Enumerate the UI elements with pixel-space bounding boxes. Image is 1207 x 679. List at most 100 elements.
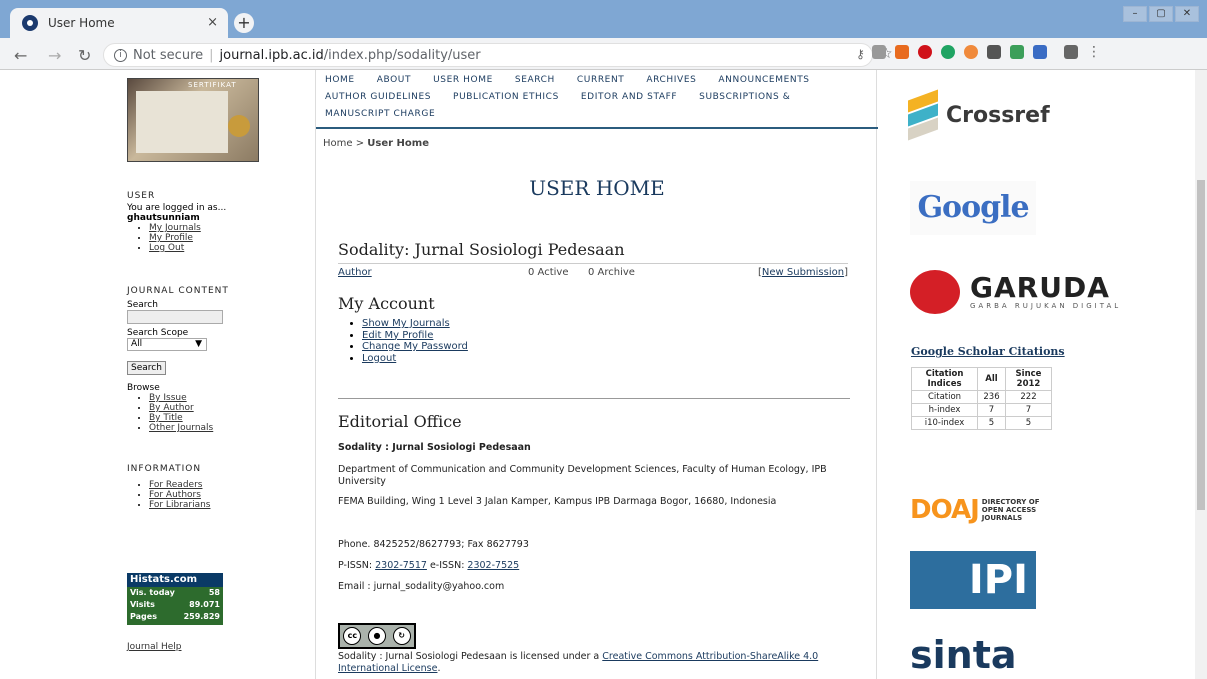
archive-count: 0 Archive [588, 267, 635, 278]
nav-publication-ethics[interactable]: PUBLICATION ETHICS [453, 92, 559, 102]
browse-label: Browse [127, 383, 160, 393]
my-profile-link[interactable]: My Profile [149, 233, 193, 243]
logged-in-text: You are logged in as... [127, 203, 227, 213]
journal-content-block: JOURNAL CONTENT Search Search Scope All ▼… [127, 286, 229, 433]
table-cell: 5 [1005, 416, 1052, 430]
for-authors-link[interactable]: For Authors [149, 490, 201, 500]
close-tab-icon[interactable]: × [207, 15, 218, 30]
window-controls: – ▢ ✕ [1123, 6, 1199, 22]
histats-value: 259.829 [183, 612, 220, 621]
nav-home[interactable]: HOME [325, 75, 355, 85]
back-icon[interactable]: ← [14, 46, 27, 65]
department-text: Department of Communication and Communit… [338, 464, 827, 487]
show-my-journals-link[interactable]: Show My Journals [362, 318, 450, 329]
extension-icon[interactable] [895, 45, 909, 59]
doaj-subtext: DIRECTORY OF OPEN ACCESS JOURNALS [982, 498, 1040, 522]
garuda-logo[interactable]: GARUDA GARBA RUJUKAN DIGITAL [910, 270, 1121, 314]
gsc-title[interactable]: Google Scholar Citations [911, 345, 1065, 358]
for-librarians-link[interactable]: For Librarians [149, 500, 210, 510]
maximize-icon[interactable]: ▢ [1149, 6, 1173, 22]
nav-user-home[interactable]: USER HOME [433, 75, 493, 85]
histats-label: Pages [130, 612, 157, 621]
table-row: Citation 236 222 [911, 390, 1052, 404]
nav-manuscript-charge[interactable]: MANUSCRIPT CHARGE [325, 109, 435, 119]
browse-by-author-link[interactable]: By Author [149, 403, 194, 413]
scrollbar-thumb[interactable] [1197, 180, 1205, 510]
license-suffix: . [437, 663, 441, 674]
extension-icon[interactable] [1010, 45, 1024, 59]
nav-search[interactable]: SEARCH [515, 75, 555, 85]
sinta-logo[interactable]: sinta [910, 633, 1017, 677]
address-bar[interactable]: i Not secure | journal.ipb.ac.id /index.… [103, 43, 873, 67]
by-icon: ● [367, 627, 386, 645]
search-scope-label: Search Scope [127, 328, 189, 338]
nav-announcements[interactable]: ANNOUNCEMENTS [718, 75, 809, 85]
pissn-link[interactable]: 2302-7517 [375, 560, 427, 571]
doaj-text: DOAJ [910, 495, 980, 525]
histats-counter[interactable]: Histats.com Vis. today 58 Visits 89.071 Pa… [127, 573, 223, 625]
extension-icon[interactable] [987, 45, 1001, 59]
cc-license-badge[interactable]: cc ● ↻ [338, 623, 416, 649]
nav-subscriptions[interactable]: SUBSCRIPTIONS & [699, 92, 790, 102]
close-window-icon[interactable]: ✕ [1175, 6, 1199, 22]
extension-icon[interactable] [872, 45, 886, 59]
change-my-password-link[interactable]: Change My Password [362, 341, 468, 352]
nav-archives[interactable]: ARCHIVES [646, 75, 696, 85]
divider [338, 398, 850, 399]
author-link[interactable]: Author [338, 267, 372, 278]
nav-about[interactable]: ABOUT [377, 75, 411, 85]
browse-by-title-link[interactable]: By Title [149, 413, 183, 423]
minimize-icon[interactable]: – [1123, 6, 1147, 22]
doaj-line: DIRECTORY OF [981, 498, 1040, 506]
edit-my-profile-link[interactable]: Edit My Profile [362, 330, 433, 341]
table-cell: 7 [1005, 403, 1052, 417]
for-readers-link[interactable]: For Readers [149, 480, 202, 490]
other-journals-link[interactable]: Other Journals [149, 423, 213, 433]
breadcrumb-current[interactable]: User Home [367, 138, 429, 149]
key-icon[interactable]: ⚷ [856, 47, 865, 61]
doaj-logo[interactable]: DOAJ DIRECTORY OF OPEN ACCESS JOURNALS [910, 495, 1040, 525]
browse-by-issue-link[interactable]: By Issue [149, 393, 187, 403]
info-icon[interactable]: i [114, 48, 127, 62]
page-scrollbar[interactable] [1195, 70, 1207, 679]
garuda-text: GARUDA [970, 271, 1110, 304]
address-text: FEMA Building, Wing 1 Level 3 Jalan Kamp… [338, 496, 777, 507]
nav-author-guidelines[interactable]: AUTHOR GUIDELINES [325, 92, 431, 102]
forward-icon[interactable]: → [48, 46, 61, 65]
extension-icon[interactable] [918, 45, 932, 59]
log-out-link[interactable]: Log Out [149, 243, 184, 253]
new-tab-button[interactable]: + [234, 13, 254, 33]
search-button[interactable]: Search [127, 361, 166, 375]
crossref-logo[interactable]: Crossref [908, 89, 1050, 141]
certificate-paper [136, 91, 228, 153]
information-block: INFORMATION For Readers For Authors For … [127, 464, 210, 510]
extension-icon[interactable] [941, 45, 955, 59]
new-submission-link[interactable]: New Submission [762, 267, 844, 278]
search-scope-select[interactable]: All ▼ [127, 338, 207, 351]
profile-icon[interactable] [1064, 45, 1078, 59]
google-scholar-logo[interactable]: Google [910, 181, 1036, 235]
dropdown-arrow-icon: ▼ [195, 339, 202, 349]
garuda-mark-icon [910, 270, 960, 314]
extension-icon[interactable] [1033, 45, 1047, 59]
breadcrumb-home[interactable]: Home [323, 138, 353, 149]
ipi-logo[interactable]: IPI [910, 551, 1036, 609]
extension-icon[interactable] [964, 45, 978, 59]
journal-help-link[interactable]: Journal Help [127, 642, 182, 652]
eissn-link[interactable]: 2302-7525 [467, 560, 519, 571]
search-input[interactable] [127, 310, 223, 324]
web-page: SERTIFIKAT USER You are logged in as... … [0, 70, 1207, 679]
author-row: Author 0 Active 0 Archive [New Submissio… [338, 263, 848, 278]
reload-icon[interactable]: ↻ [78, 46, 91, 65]
menu-icon[interactable]: ⋮ [1087, 45, 1101, 59]
nav-editor-and-staff[interactable]: EDITOR AND STAFF [581, 92, 677, 102]
my-journals-link[interactable]: My Journals [149, 223, 201, 233]
nav-current[interactable]: CURRENT [577, 75, 625, 85]
breadcrumb: Home > User Home [323, 138, 429, 149]
logout-link[interactable]: Logout [362, 353, 396, 364]
browser-tab[interactable]: User Home × [10, 8, 228, 38]
citation-header: All [977, 367, 1006, 391]
crossref-text: Crossref [946, 102, 1050, 128]
url-separator: | [209, 47, 214, 63]
new-submission-wrap: [New Submission] [757, 267, 848, 278]
